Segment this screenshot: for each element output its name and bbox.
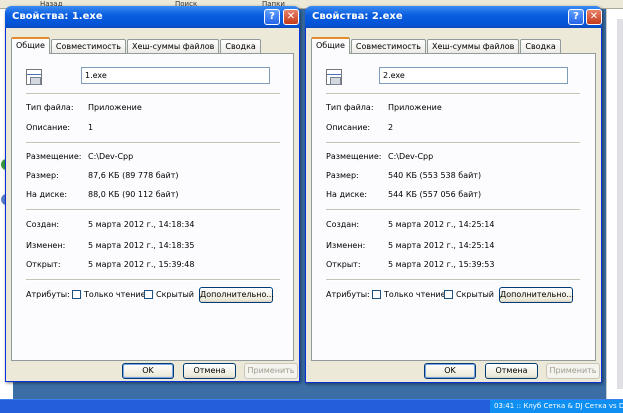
tab-summary[interactable]: Сводка	[520, 39, 561, 53]
created-label: Создан:	[326, 220, 360, 229]
modified-label: Изменен:	[326, 241, 366, 250]
description-label: Описание:	[326, 123, 371, 132]
divider	[26, 142, 280, 144]
filename-input[interactable]: 2.exe	[379, 67, 568, 84]
window-title: Свойства: 1.exe	[12, 11, 103, 22]
created-value: 5 марта 2012 г., 14:18:34	[88, 220, 195, 229]
description-value: 2	[388, 123, 394, 132]
exe-file-icon	[26, 69, 42, 85]
readonly-checkbox[interactable]	[72, 290, 81, 299]
modified-value: 5 марта 2012 г., 14:18:35	[88, 241, 195, 250]
accessed-label: Открыт:	[26, 260, 61, 269]
tab-compatibility[interactable]: Совместимость	[350, 39, 427, 53]
description-label: Описание:	[26, 123, 71, 132]
size-on-disk-value: 88,0 КБ (90 112 байт)	[88, 190, 179, 199]
hidden-checkbox[interactable]	[444, 290, 453, 299]
close-icon[interactable]: ✕	[283, 9, 299, 25]
general-panel: 2.exe Тип файла: Приложение Описание: 2 …	[311, 53, 596, 361]
tab-compatibility[interactable]: Совместимость	[50, 39, 127, 53]
tab-general[interactable]: Общие	[11, 37, 50, 54]
filename-input[interactable]: 1.exe	[81, 67, 270, 84]
apply-button[interactable]: Применить	[546, 363, 600, 379]
cancel-button[interactable]: Отмена	[485, 363, 538, 379]
modified-label: Изменен:	[26, 241, 66, 250]
divider	[326, 279, 580, 281]
location-value: C:\Dev-Cpp	[388, 152, 434, 161]
help-icon[interactable]: ?	[568, 9, 584, 25]
description-value: 1	[88, 123, 94, 132]
help-icon[interactable]: ?	[264, 9, 280, 25]
accessed-value: 5 марта 2012 г., 15:39:48	[88, 260, 195, 269]
ok-button[interactable]: OK	[122, 363, 174, 379]
divider	[326, 209, 580, 211]
size-label: Размер:	[326, 171, 359, 180]
location-label: Размещение:	[326, 152, 382, 161]
background-scrollbar[interactable]	[617, 19, 623, 389]
window-title: Свойства: 2.exe	[312, 11, 403, 22]
attributes-label: Атрибуты:	[26, 290, 70, 299]
readonly-label: Только чтение	[84, 290, 146, 299]
size-label: Размер:	[26, 171, 59, 180]
hidden-label: Скрытый	[456, 290, 494, 299]
advanced-button[interactable]: Дополнительно...	[499, 287, 574, 303]
general-panel: 1.exe Тип файла: Приложение Описание: 1 …	[11, 53, 294, 361]
modified-value: 5 марта 2012 г., 14:25:14	[388, 241, 495, 250]
divider	[26, 279, 280, 281]
title-bar[interactable]: Свойства: 1.exe ? ✕	[5, 6, 300, 28]
taskbar: 03:41 :: Клуб Сетка & DJ Сетка vs Dj	[0, 399, 623, 413]
type-value: Приложение	[388, 103, 442, 112]
divider	[326, 142, 580, 144]
apply-button[interactable]: Применить	[244, 363, 298, 379]
size-on-disk-value: 544 КБ (557 056 байт)	[388, 190, 482, 199]
tab-file-hashes[interactable]: Хеш-суммы файлов	[127, 39, 220, 53]
hidden-checkbox[interactable]	[144, 290, 153, 299]
tab-strip: Общие Совместимость Хеш-суммы файлов Сво…	[311, 37, 562, 54]
type-label: Тип файла:	[26, 103, 74, 112]
location-value: C:\Dev-Cpp	[88, 152, 134, 161]
close-icon[interactable]: ✕	[586, 9, 602, 25]
background-right-strip	[606, 9, 623, 399]
tab-strip: Общие Совместимость Хеш-суммы файлов Сво…	[11, 37, 262, 54]
properties-window-2: Свойства: 2.exe ? ✕ Общие Совместимость …	[305, 6, 602, 383]
taskbar-tray[interactable]: 03:41 :: Клуб Сетка & DJ Сетка vs Dj	[490, 400, 623, 413]
divider	[26, 209, 280, 211]
tab-general[interactable]: Общие	[311, 37, 350, 54]
size-on-disk-label: На диске:	[26, 190, 68, 199]
accessed-value: 5 марта 2012 г., 15:39:53	[388, 260, 495, 269]
title-bar[interactable]: Свойства: 2.exe ? ✕	[305, 6, 602, 28]
tab-file-hashes[interactable]: Хеш-суммы файлов	[427, 39, 520, 53]
divider	[326, 93, 580, 95]
accessed-label: Открыт:	[326, 260, 361, 269]
tab-summary[interactable]: Сводка	[220, 39, 261, 53]
type-value: Приложение	[88, 103, 142, 112]
attributes-label: Атрибуты:	[326, 290, 370, 299]
readonly-checkbox[interactable]	[372, 290, 381, 299]
advanced-button[interactable]: Дополнительно...	[199, 287, 274, 303]
divider	[26, 93, 280, 95]
location-label: Размещение:	[26, 152, 82, 161]
size-value: 540 КБ (553 538 байт)	[388, 171, 482, 180]
created-label: Создан:	[26, 220, 60, 229]
exe-file-icon	[326, 69, 342, 85]
ok-button[interactable]: OK	[424, 363, 476, 379]
size-on-disk-label: На диске:	[326, 190, 368, 199]
cancel-button[interactable]: Отмена	[183, 363, 236, 379]
properties-window-1: Свойства: 1.exe ? ✕ Общие Совместимость …	[5, 6, 300, 382]
size-value: 87,6 КБ (89 778 байт)	[88, 171, 179, 180]
type-label: Тип файла:	[326, 103, 374, 112]
readonly-label: Только чтение	[384, 290, 446, 299]
created-value: 5 марта 2012 г., 14:25:14	[388, 220, 495, 229]
hidden-label: Скрытый	[156, 290, 194, 299]
